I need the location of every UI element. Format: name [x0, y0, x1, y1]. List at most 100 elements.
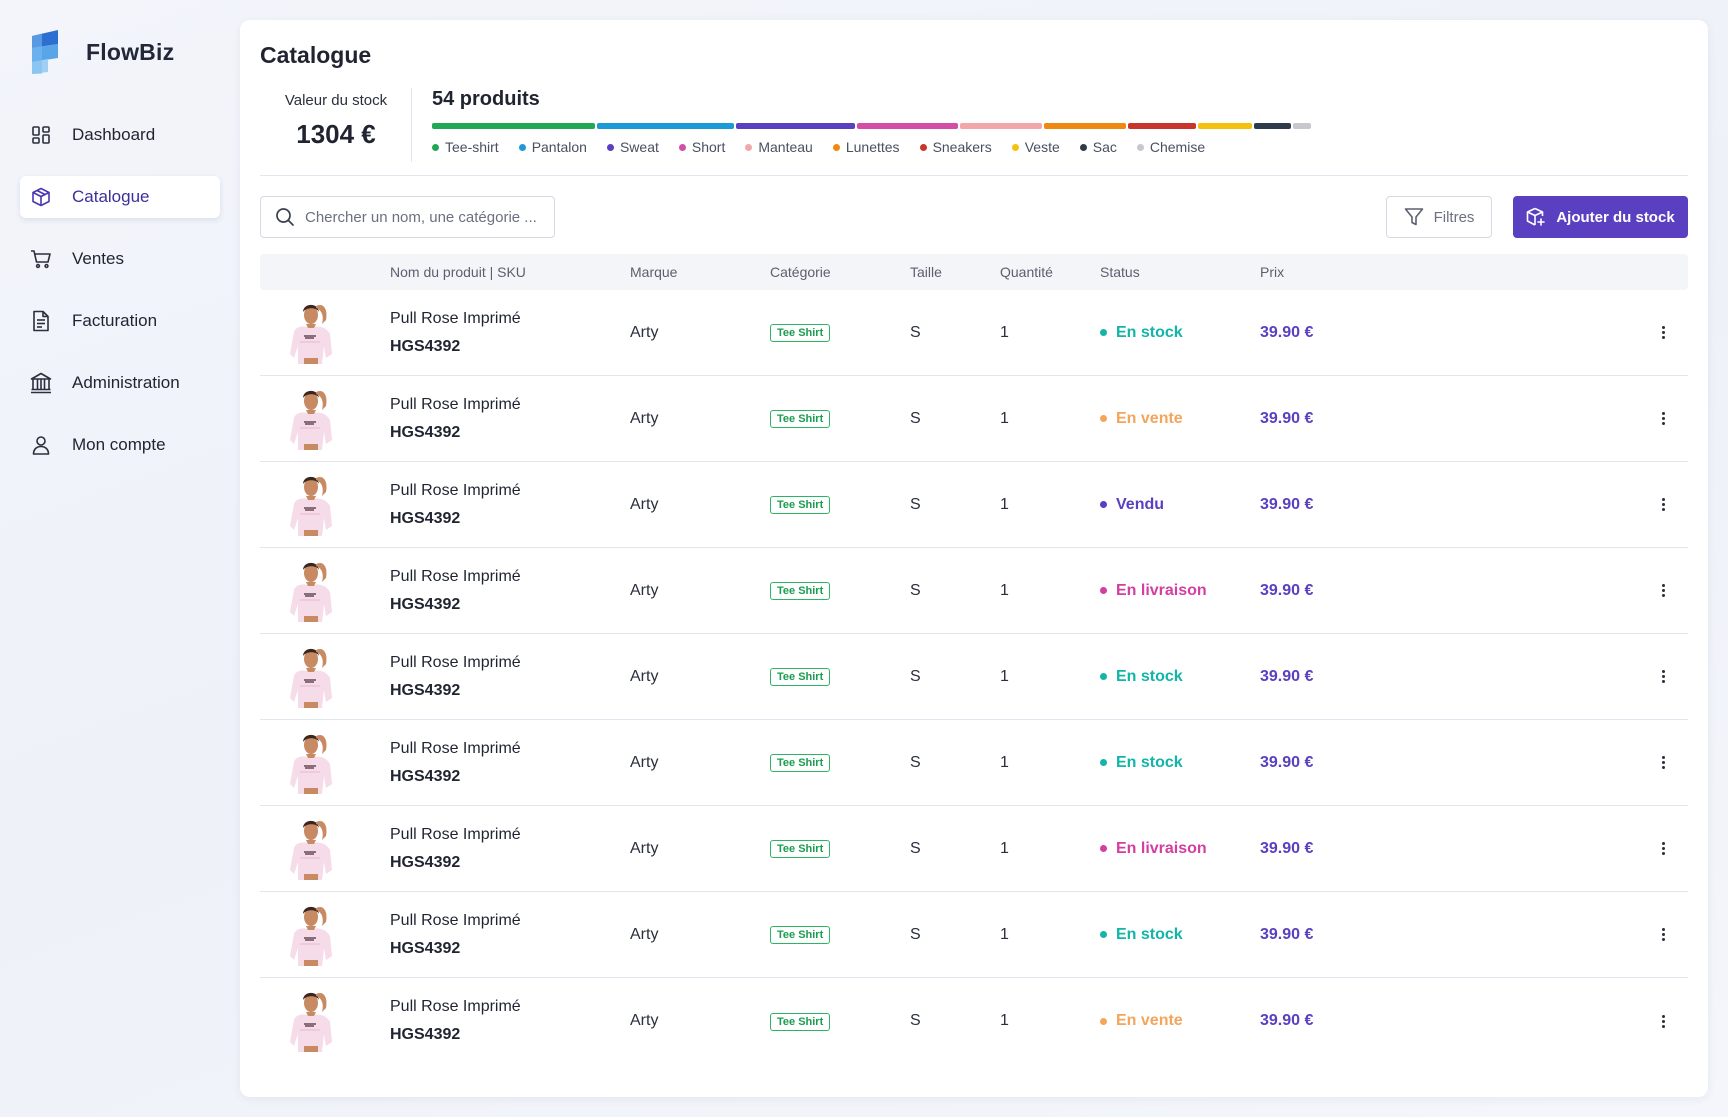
more-options-icon[interactable]: [1652, 666, 1674, 688]
more-options-icon[interactable]: [1652, 408, 1674, 430]
product-name-cell: Pull Rose Imprimé HGS4392: [390, 826, 630, 872]
status-badge: En stock: [1100, 668, 1260, 686]
header-price[interactable]: Prix: [1260, 264, 1560, 280]
header-brand[interactable]: Marque: [630, 264, 770, 280]
product-name-cell: Pull Rose Imprimé HGS4392: [390, 654, 630, 700]
product-category-cell: Tee Shirt: [770, 495, 910, 514]
sidebar-item-dashboard[interactable]: Dashboard: [20, 114, 220, 156]
table-row[interactable]: Pull Rose Imprimé HGS4392 Arty Tee Shirt…: [260, 978, 1688, 1064]
more-options-icon[interactable]: [1652, 494, 1674, 516]
product-name[interactable]: Pull Rose Imprimé: [390, 568, 630, 586]
legend-label: Pantalon: [531, 139, 587, 155]
product-price: 39.90 €: [1260, 667, 1314, 685]
more-options-icon[interactable]: [1652, 322, 1674, 344]
table-row[interactable]: Pull Rose Imprimé HGS4392 Arty Tee Shirt…: [260, 290, 1688, 376]
more-options-icon[interactable]: [1652, 752, 1674, 774]
product-quantity: 1: [1000, 495, 1009, 513]
row-actions-cell: [1560, 580, 1688, 602]
more-options-icon[interactable]: [1652, 838, 1674, 860]
product-thumbnail[interactable]: [286, 470, 336, 536]
status-dot: [1100, 329, 1107, 336]
search-box[interactable]: [260, 196, 555, 238]
header-category[interactable]: Catégorie: [770, 264, 910, 280]
category-tag: Tee Shirt: [770, 754, 831, 772]
table-row[interactable]: Pull Rose Imprimé HGS4392 Arty Tee Shirt…: [260, 720, 1688, 806]
product-thumbnail-cell: [260, 376, 390, 461]
more-options-icon[interactable]: [1652, 1010, 1674, 1032]
product-sku: HGS4392: [390, 939, 461, 957]
filters-button[interactable]: Filtres: [1386, 196, 1492, 238]
product-name[interactable]: Pull Rose Imprimé: [390, 310, 630, 328]
legend-item: Lunettes: [832, 139, 900, 155]
product-sku: HGS4392: [390, 853, 461, 871]
sidebar-item-administration[interactable]: Administration: [20, 362, 220, 404]
product-thumbnail-cell: [260, 978, 390, 1064]
header-name[interactable]: Nom du produit | SKU: [390, 264, 630, 280]
table-row[interactable]: Pull Rose Imprimé HGS4392 Arty Tee Shirt…: [260, 806, 1688, 892]
product-price: 39.90 €: [1260, 409, 1314, 427]
product-thumbnail[interactable]: [286, 900, 336, 966]
product-status-cell: En stock: [1100, 926, 1260, 944]
products-table: Nom du produit | SKU Marque Catégorie Ta…: [260, 254, 1688, 1064]
sidebar-item-catalogue[interactable]: Catalogue: [20, 176, 220, 218]
sidebar-nav: Dashboard Catalogue Ventes Facturation A…: [20, 114, 220, 486]
product-name[interactable]: Pull Rose Imprimé: [390, 998, 630, 1016]
product-thumbnail-cell: [260, 290, 390, 375]
status-badge: En vente: [1100, 410, 1260, 428]
table-row[interactable]: Pull Rose Imprimé HGS4392 Arty Tee Shirt…: [260, 548, 1688, 634]
product-thumbnail[interactable]: [286, 814, 336, 880]
product-thumbnail-cell: [260, 806, 390, 891]
sidebar-item-ventes[interactable]: Ventes: [20, 238, 220, 280]
sidebar-item-mon-compte[interactable]: Mon compte: [20, 424, 220, 466]
category-bar-segment: [597, 123, 734, 129]
table-row[interactable]: Pull Rose Imprimé HGS4392 Arty Tee Shirt…: [260, 892, 1688, 978]
product-name[interactable]: Pull Rose Imprimé: [390, 654, 630, 672]
product-name-cell: Pull Rose Imprimé HGS4392: [390, 310, 630, 356]
add-stock-button[interactable]: Ajouter du stock: [1513, 196, 1688, 238]
product-name[interactable]: Pull Rose Imprimé: [390, 740, 630, 758]
product-quantity: 1: [1000, 925, 1009, 943]
product-thumbnail[interactable]: [286, 556, 336, 622]
table-row[interactable]: Pull Rose Imprimé HGS4392 Arty Tee Shirt…: [260, 634, 1688, 720]
product-thumbnail[interactable]: [286, 298, 336, 364]
sidebar-item-facturation[interactable]: Facturation: [20, 300, 220, 342]
product-quantity: 1: [1000, 753, 1009, 771]
product-status-cell: En stock: [1100, 324, 1260, 342]
product-name[interactable]: Pull Rose Imprimé: [390, 482, 630, 500]
header-quantity[interactable]: Quantité: [1000, 264, 1100, 280]
legend-dot: [832, 143, 840, 151]
legend-dot: [432, 143, 439, 151]
product-status-cell: En livraison: [1100, 582, 1260, 600]
legend-dot: [518, 143, 526, 151]
product-status-cell: En vente: [1100, 410, 1260, 428]
product-name-cell: Pull Rose Imprimé HGS4392: [390, 482, 630, 528]
search-input[interactable]: [305, 208, 545, 226]
more-options-icon[interactable]: [1652, 580, 1674, 602]
product-name[interactable]: Pull Rose Imprimé: [390, 912, 630, 930]
product-thumbnail[interactable]: [286, 986, 336, 1052]
header-status[interactable]: Status: [1100, 264, 1260, 280]
product-size: S: [910, 925, 921, 943]
product-brand: Arty: [630, 409, 659, 427]
dashboard-icon: [30, 124, 52, 146]
product-thumbnail[interactable]: [286, 384, 336, 450]
product-thumbnail[interactable]: [286, 642, 336, 708]
table-row[interactable]: Pull Rose Imprimé HGS4392 Arty Tee Shirt…: [260, 376, 1688, 462]
product-thumbnail[interactable]: [286, 728, 336, 794]
product-name[interactable]: Pull Rose Imprimé: [390, 396, 630, 414]
header-size[interactable]: Taille: [910, 264, 1000, 280]
product-brand: Arty: [630, 667, 659, 685]
add-stock-label: Ajouter du stock: [1556, 208, 1675, 226]
more-options-icon[interactable]: [1652, 924, 1674, 946]
table-row[interactable]: Pull Rose Imprimé HGS4392 Arty Tee Shirt…: [260, 462, 1688, 548]
product-sku: HGS4392: [390, 767, 461, 785]
brand[interactable]: FlowBiz: [28, 28, 174, 76]
product-size: S: [910, 1012, 921, 1029]
row-actions-cell: [1560, 666, 1688, 688]
product-category-cell: Tee Shirt: [770, 925, 910, 944]
product-category-cell: Tee Shirt: [770, 1012, 910, 1031]
row-actions-cell: [1560, 1010, 1688, 1032]
product-name[interactable]: Pull Rose Imprimé: [390, 826, 630, 844]
legend-dot: [919, 143, 927, 151]
product-price: 39.90 €: [1260, 323, 1314, 341]
